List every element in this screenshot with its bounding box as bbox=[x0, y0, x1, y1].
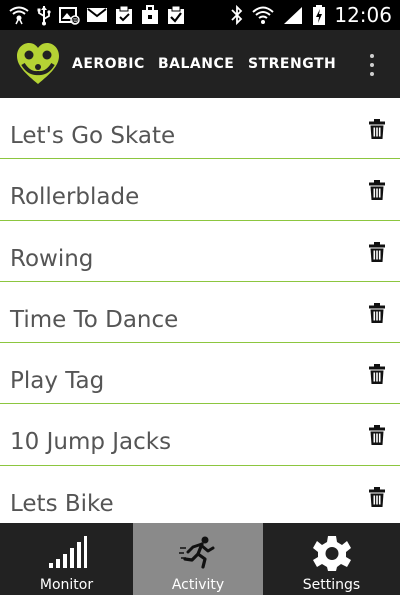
activity-label: Play Tag bbox=[10, 368, 105, 395]
list-item[interactable]: Rollerblade bbox=[0, 159, 400, 221]
status-clock: 12:06 bbox=[334, 3, 392, 27]
activity-list: Let's Go Skate Rollerblade Rowing Time T… bbox=[0, 98, 400, 523]
nav-label-settings: Settings bbox=[302, 577, 361, 593]
list-item[interactable]: Rowing bbox=[0, 221, 400, 282]
nav-label-monitor: Monitor bbox=[39, 577, 94, 593]
status-bar: @ 12:06 bbox=[0, 0, 400, 30]
wifi-hotspot-icon bbox=[9, 6, 29, 25]
list-item[interactable]: 10 Jump Jacks bbox=[0, 404, 400, 466]
trash-icon[interactable] bbox=[368, 118, 386, 140]
nav-monitor[interactable]: Monitor bbox=[0, 523, 133, 595]
overflow-dot bbox=[370, 54, 374, 58]
tab-strength[interactable]: STRENGTH bbox=[248, 55, 336, 73]
gear-icon bbox=[312, 536, 351, 571]
heart-family-logo[interactable] bbox=[14, 40, 62, 88]
clipboard-check-icon bbox=[116, 5, 132, 24]
tab-balance[interactable]: BALANCE bbox=[158, 55, 234, 73]
list-item[interactable]: Let's Go Skate bbox=[0, 98, 400, 160]
trash-icon[interactable] bbox=[368, 302, 386, 324]
status-system-icons: 12:06 bbox=[230, 3, 392, 27]
usb-icon bbox=[37, 6, 51, 26]
battery-charging-icon bbox=[313, 5, 326, 25]
list-item[interactable]: Play Tag bbox=[0, 343, 400, 405]
trash-icon[interactable] bbox=[368, 363, 386, 385]
status-notification-icons: @ bbox=[8, 3, 186, 27]
nav-label-activity: Activity bbox=[171, 577, 225, 593]
list-item[interactable]: Time To Dance bbox=[0, 282, 400, 344]
tab-aerobic[interactable]: AEROBIC bbox=[72, 55, 145, 73]
activity-label: Rowing bbox=[10, 245, 94, 272]
list-item[interactable]: Lets Bike bbox=[0, 466, 400, 523]
clipboard-done-icon bbox=[168, 5, 184, 24]
runner-icon bbox=[179, 536, 215, 569]
svg-text:@: @ bbox=[72, 18, 78, 25]
trash-icon[interactable] bbox=[368, 424, 386, 446]
bluetooth-icon bbox=[231, 4, 243, 26]
signal-icon bbox=[284, 7, 303, 24]
bottom-navigation: Monitor Activity Settings bbox=[0, 523, 400, 595]
gmail-icon bbox=[87, 8, 107, 22]
bar-chart-icon bbox=[48, 536, 87, 568]
overflow-menu-icon[interactable] bbox=[364, 52, 380, 78]
wifi-icon bbox=[252, 6, 275, 24]
briefcase-icon bbox=[142, 5, 158, 24]
picture-notification-icon: @ bbox=[59, 7, 80, 25]
app-screen: @ 12:06 AEROBIC BALANCE STRENGTH Let's G… bbox=[0, 0, 400, 595]
activity-label: 10 Jump Jacks bbox=[10, 429, 172, 456]
trash-icon[interactable] bbox=[368, 179, 386, 201]
nav-activity[interactable]: Activity bbox=[133, 523, 263, 595]
activity-label: Rollerblade bbox=[10, 184, 140, 211]
activity-label: Time To Dance bbox=[10, 306, 179, 333]
overflow-dot bbox=[370, 72, 374, 76]
overflow-dot bbox=[370, 63, 374, 67]
activity-label: Let's Go Skate bbox=[10, 123, 176, 149]
action-bar: AEROBIC BALANCE STRENGTH bbox=[0, 30, 400, 98]
trash-icon[interactable] bbox=[368, 486, 386, 508]
nav-settings[interactable]: Settings bbox=[263, 523, 400, 595]
activity-label: Lets Bike bbox=[10, 490, 114, 517]
trash-icon[interactable] bbox=[368, 241, 386, 263]
